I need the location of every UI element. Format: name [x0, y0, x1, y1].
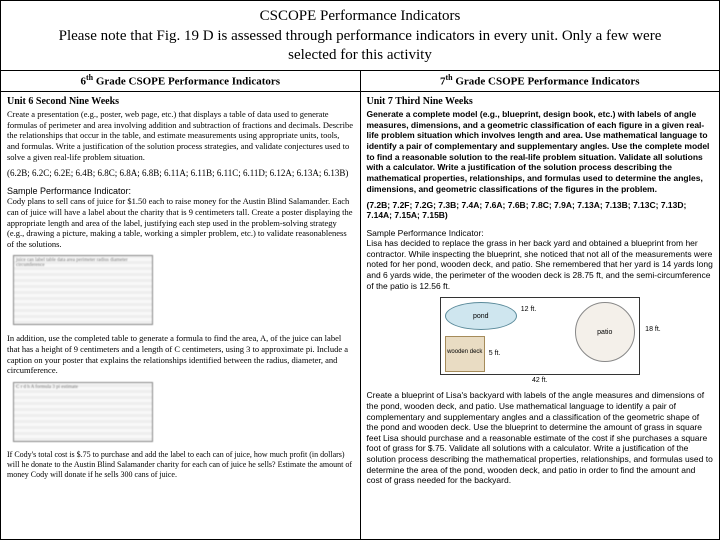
yard-height: 18 ft. [645, 326, 661, 333]
pond-dimension: 12 ft. [521, 306, 537, 313]
pi-codes-7: (7.2B; 7.2F; 7.2G; 7.3B; 7.4A; 7.6A; 7.6… [367, 200, 714, 220]
pond-shape: pond [445, 302, 517, 330]
column-grade6: 6th Grade CSOPE Performance Indicators U… [1, 71, 361, 540]
sample-pi-6-p3: If Cody's total cost is $.75 to purchase… [7, 450, 354, 480]
unit-title-6: Unit 6 Second Nine Weeks [7, 96, 354, 107]
table-image-placeholder-1: juice can label table data area perimete… [13, 255, 153, 325]
backyard-diagram: pond 12 ft. wooden deck 5 ft. patio 18 f… [440, 297, 640, 384]
header-note: Please note that Fig. 19 D is assessed t… [41, 27, 679, 66]
yard-rect: pond 12 ft. wooden deck 5 ft. patio 18 f… [440, 297, 640, 375]
page: CSCOPE Performance Indicators Please not… [0, 0, 720, 540]
sample-pi-7-p1: Lisa has decided to replace the grass in… [367, 238, 714, 291]
columns: 6th Grade CSOPE Performance Indicators U… [1, 71, 719, 540]
table-image-placeholder-2: C r d h A formula 3 pi estimate [13, 382, 153, 442]
header-title: CSCOPE Performance Indicators [41, 7, 679, 27]
deck-dimension: 5 ft. [489, 350, 501, 357]
sample-pi-6-p2: In addition, use the completed table to … [7, 333, 354, 376]
unit-title-7: Unit 7 Third Nine Weeks [367, 96, 714, 107]
highlighted-teks: 7.9A [554, 200, 572, 210]
sample-heading-7: Sample Performance Indicator: [367, 228, 714, 238]
pi-text-7: Generate a complete model (e.g., bluepri… [367, 109, 714, 194]
sample-pi-6-p1: Cody plans to sell cans of juice for $1.… [7, 196, 354, 249]
pi-codes-6: (6.2B; 6.2C; 6.2E; 6.4B; 6.8C; 6.8A; 6.8… [7, 168, 354, 178]
col-heading-7: 7th Grade CSOPE Performance Indicators [361, 71, 720, 93]
col-heading-6: 6th Grade CSOPE Performance Indicators [1, 71, 360, 93]
patio-shape: patio [575, 302, 635, 362]
column-grade7: 7th Grade CSOPE Performance Indicators U… [361, 71, 720, 540]
yard-width: 42 ft. [440, 377, 640, 384]
deck-shape: wooden deck [445, 336, 485, 372]
page-header: CSCOPE Performance Indicators Please not… [1, 1, 719, 71]
sample-pi-7-p2: Create a blueprint of Lisa's backyard wi… [367, 390, 714, 486]
sample-heading-6: Sample Performance Indicator: [7, 186, 354, 196]
pi-text-6: Create a presentation (e.g., poster, web… [7, 109, 354, 162]
